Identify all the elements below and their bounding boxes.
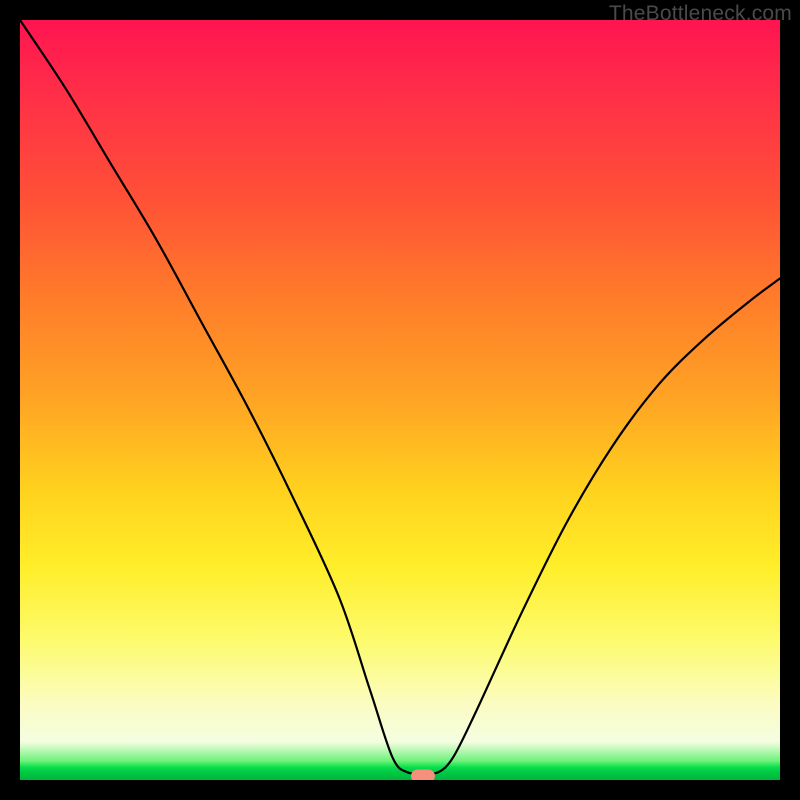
- plot-area: [20, 20, 780, 780]
- outer-frame: TheBottleneck.com: [0, 0, 800, 800]
- minimum-marker: [411, 770, 435, 780]
- bottleneck-curve: [20, 20, 780, 780]
- curve-path: [20, 20, 780, 774]
- watermark-text: TheBottleneck.com: [609, 2, 792, 26]
